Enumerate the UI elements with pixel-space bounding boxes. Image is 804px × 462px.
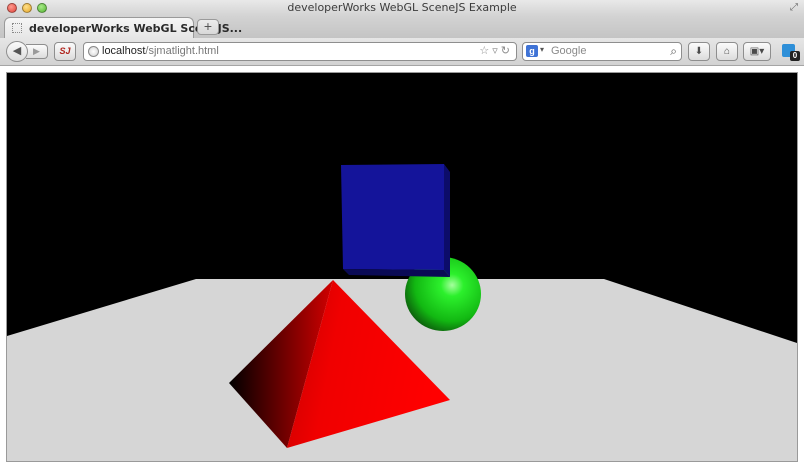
webgl-canvas[interactable] [6,72,798,462]
blue-cube-side-face [444,164,450,277]
search-icon[interactable]: ⌕ [670,44,677,59]
reload-icon[interactable]: ↻ [501,45,510,57]
home-icon: ⌂ [723,46,731,57]
navigation-toolbar: ▶ ◀ SJ localhost/sjmatlight.html ☆ ▿ ↻ g ▾… [0,38,804,66]
download-arrow-icon: ⬇ [694,46,704,57]
back-forward-group: ▶ ◀ [6,41,48,62]
bookmark-star-icon[interactable]: ☆ [479,45,489,57]
new-tab-button[interactable]: + [197,19,219,35]
downloads-button[interactable]: ⬇ [688,42,710,61]
history-dropdown-icon[interactable]: ▿ [492,45,498,57]
forward-button[interactable]: ▶ [26,44,48,59]
bookmarks-icon: ▣▾ [749,46,765,57]
home-button[interactable]: ⌂ [716,42,738,61]
search-placeholder: Google [551,45,587,57]
sync-badge: 0 [790,51,800,61]
search-bar[interactable]: g ▾ Google ⌕ [522,42,682,61]
url-host: localhost [102,45,146,57]
blue-cube-front-face [341,164,444,270]
globe-icon [88,46,99,57]
url-text[interactable]: localhost/sjmatlight.html [102,45,219,57]
sync-button[interactable]: 0 [780,42,800,61]
scene-svg [7,73,797,461]
back-button[interactable]: ◀ [6,41,28,62]
tab-strip: developerWorks WebGL SceneJS... + [0,16,804,38]
scenejs-extension-icon[interactable]: SJ [54,42,76,61]
url-actions: ☆ ▿ ↻ [476,44,510,57]
chevron-down-icon[interactable]: ▾ [540,45,544,54]
address-bar[interactable]: localhost/sjmatlight.html ☆ ▿ ↻ [83,42,517,61]
window-titlebar: developerWorks WebGL SceneJS Example ⤢ [0,0,804,16]
google-icon[interactable]: g [526,45,538,57]
fullscreen-icon[interactable]: ⤢ [790,3,798,13]
window-title: developerWorks WebGL SceneJS Example [287,1,517,14]
blank-page-icon [12,23,22,33]
url-path: /sjmatlight.html [145,45,219,57]
bookmarks-button[interactable]: ▣▾ [743,42,771,61]
tab-active[interactable]: developerWorks WebGL SceneJS... [4,17,242,38]
